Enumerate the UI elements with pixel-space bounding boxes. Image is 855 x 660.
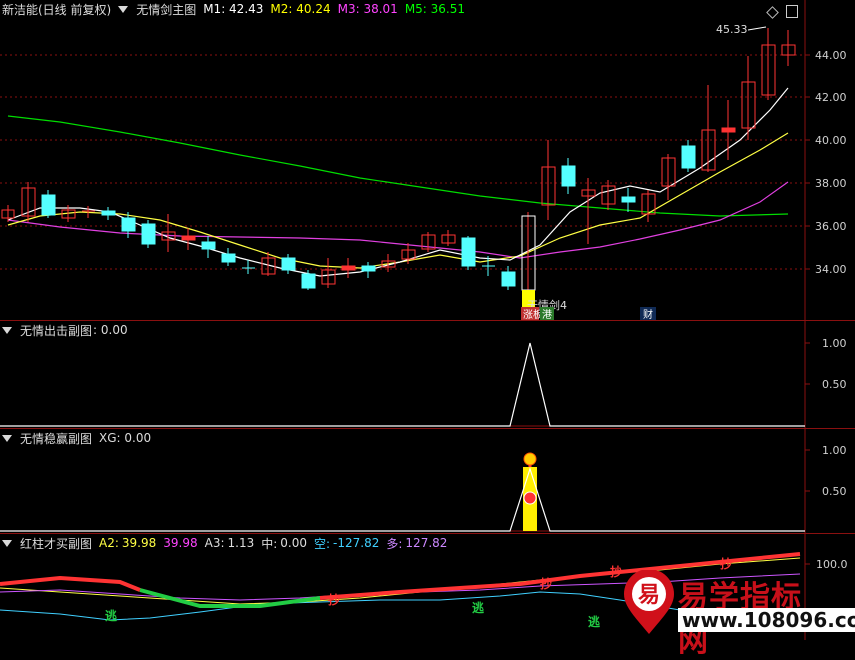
sub3-header: 红柱才买副图 A2: 39.98 39.98 A3: 1.13 中: 0.00 … [2, 534, 447, 552]
high-price-pointer [747, 26, 767, 31]
watermark-logo-icon: 易 [624, 570, 674, 634]
sub2-xg-value: XG: 0.00 [99, 431, 152, 445]
sub1-tick-05: 0.50 [822, 378, 847, 391]
price-tick-40: 40.00 [815, 134, 847, 147]
sub3-kong-label: 空: [314, 536, 331, 551]
price-tick-42: 42.00 [815, 91, 847, 104]
tag-gang-text: 港 [542, 309, 552, 320]
sub3-signal-escape-2: 逃 [588, 614, 601, 629]
sub-chart-1-canvas: 1.00 0.50 [0, 321, 847, 428]
sub1-name[interactable]: 无情出击副图 [20, 322, 92, 339]
sub3-signal-buy-1: 抄 [328, 592, 340, 607]
sub1-signal-line [0, 342, 805, 427]
sub2-collapse-triangle-icon[interactable] [2, 434, 12, 442]
sub1-collapse-triangle-icon[interactable] [2, 326, 12, 334]
sub-chart-2-panel[interactable]: 1.00 0.50 无情稳赢副图 XG: 0.00 [0, 429, 855, 534]
sub2-name[interactable]: 无情稳赢副图 [20, 430, 92, 447]
high-price-label: 45.33 [716, 23, 748, 36]
candlesticks [1, 28, 796, 298]
sub3-duo-value: 127.82 [405, 536, 448, 550]
sub1-header: 无情出击副图 : 0.00 [2, 321, 128, 339]
sub3-a2b-value: 39.98 [163, 536, 198, 550]
tag-cai-text: 财 [643, 308, 653, 320]
sub3-zhong-label: 中: [261, 536, 278, 551]
sub3-name[interactable]: 红柱才买副图 [20, 535, 92, 552]
sub2-tick-1: 1.00 [822, 444, 847, 457]
main-chart-panel[interactable]: 新洁能(日线 前复权) 无情剑主图 M1: 42.43 M2: 40.24 M3… [0, 0, 855, 321]
sub2-header: 无情稳赢副图 XG: 0.00 [2, 429, 151, 447]
main-chart-canvas: 44.00 42.00 40.00 38.00 36.00 34.00 45.3… [0, 0, 847, 320]
price-tick-36: 36.00 [815, 220, 847, 233]
sub3-a3-label: A3: [204, 536, 225, 550]
sub3-signal-escape-3: 逃 [472, 600, 485, 615]
price-tick-38: 38.00 [815, 177, 847, 190]
watermark: 易 易学指标网 www.108096.com [610, 562, 855, 659]
sub2-mid-marker-icon [523, 491, 537, 505]
sub3-kong-value: -127.82 [333, 536, 380, 550]
price-tick-44: 44.00 [815, 49, 847, 62]
sub-chart-1-panel[interactable]: 1.00 0.50 无情出击副图 : 0.00 [0, 321, 855, 429]
price-tick-34: 34.00 [815, 263, 847, 276]
sub3-duo-label: 多: [386, 536, 403, 551]
sub3-a2-value: 39.98 [121, 536, 157, 550]
sub3-ma-red-green [0, 575, 141, 592]
sub3-a3-value: 1.13 [227, 536, 255, 550]
sub2-signal-line [0, 467, 805, 532]
sub1-tick-1: 1.00 [822, 337, 847, 350]
sub3-signal-escape-1: 逃 [105, 608, 118, 623]
sub2-top-marker-icon [523, 452, 537, 466]
m1-line [7, 87, 789, 277]
watermark-url: www.108096.com [678, 608, 855, 632]
m5-line [7, 115, 789, 217]
sub3-zhong-value: 0.00 [280, 536, 307, 550]
sub1-value: : 0.00 [93, 323, 128, 337]
sub2-tick-05: 0.50 [822, 485, 847, 498]
watermark-logo-char: 易 [638, 583, 660, 608]
tag-zhangting-text: 涨 [523, 309, 533, 320]
m2-line [7, 132, 789, 269]
sub3-collapse-triangle-icon[interactable] [2, 539, 12, 547]
sub3-signal-buy-2: 抄 [540, 576, 552, 591]
sub3-a2-label: A2: [99, 536, 119, 550]
